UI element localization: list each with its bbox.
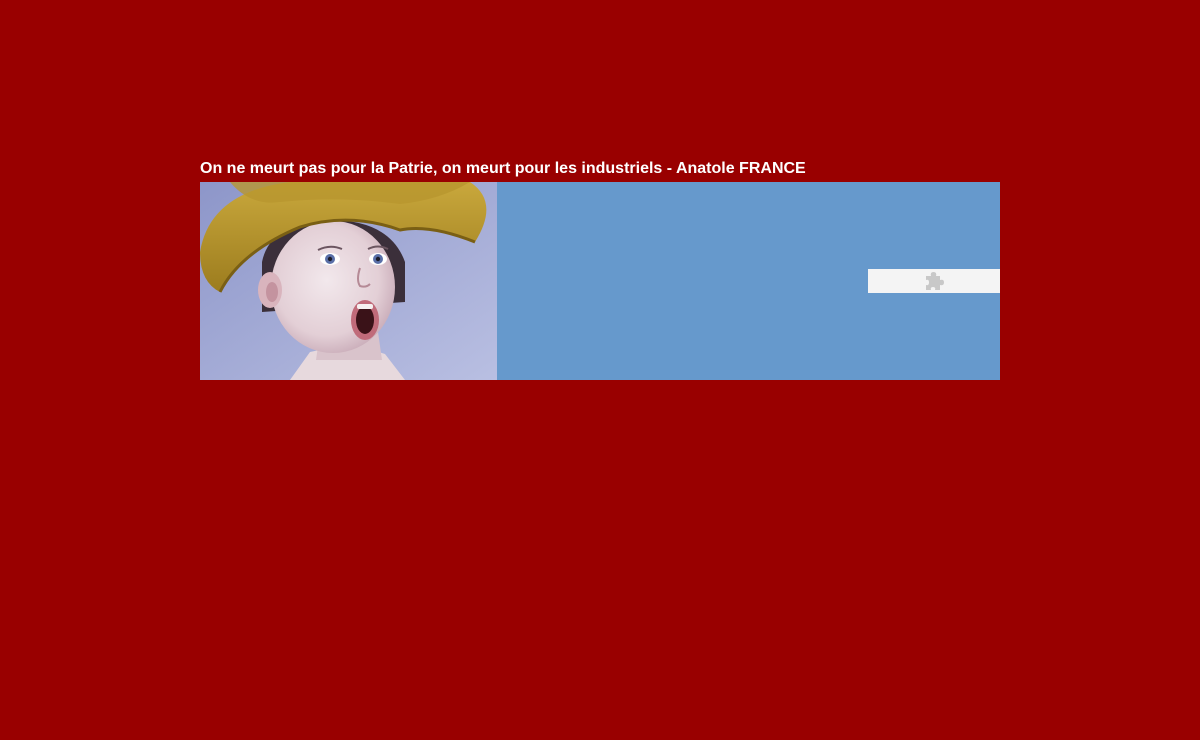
quote-heading: On ne meurt pas pour la Patrie, on meurt… xyxy=(200,160,806,177)
child-in-hat-photo xyxy=(200,182,497,380)
plugin-placeholder[interactable] xyxy=(868,269,1000,293)
page: On ne meurt pas pour la Patrie, on meurt… xyxy=(0,0,1200,740)
puzzle-piece-icon xyxy=(923,270,945,292)
header-banner xyxy=(200,182,1000,380)
